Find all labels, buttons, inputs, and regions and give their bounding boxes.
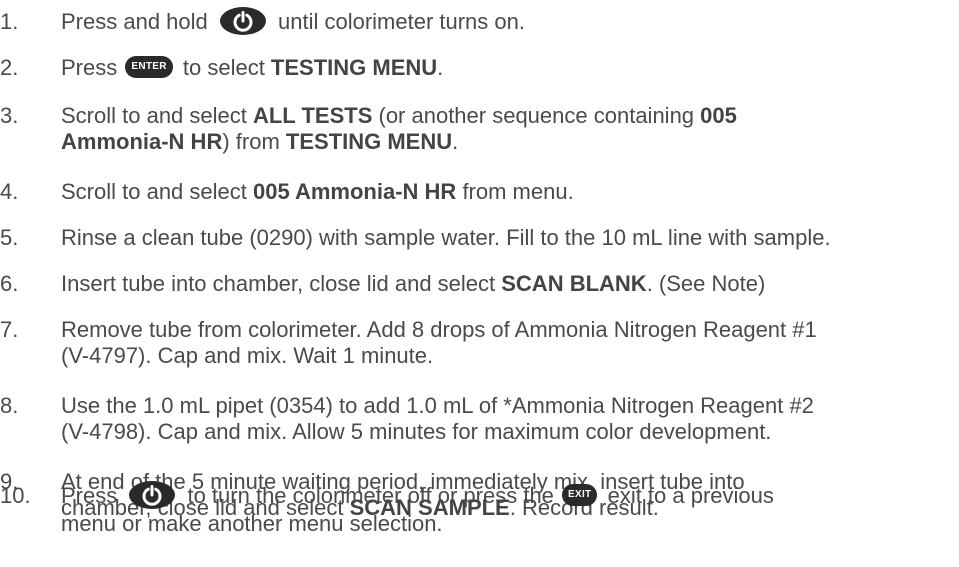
bold-term: ALL TESTS: [252, 103, 373, 128]
step-text-run: Scroll to and select: [61, 103, 253, 128]
step-number: 8.: [0, 393, 19, 418]
step-text-run: (V-4798). Cap and mix. Allow 5 minutes f…: [61, 419, 772, 444]
exit-button-icon: EXIT: [562, 484, 598, 507]
step-text-run: .: [437, 55, 444, 80]
step-text: Use the 1.0 mL pipet (0354) to add 1.0 m…: [61, 393, 959, 445]
step-number: 4.: [0, 179, 19, 204]
bold-term: 005 Ammonia-N HR: [252, 179, 457, 204]
step-text-run: Press: [61, 483, 124, 508]
step-number: 3.: [0, 103, 19, 128]
bold-term: SCAN BLANK: [501, 271, 647, 296]
step-text: Remove tube from colorimeter. Add 8 drop…: [61, 317, 959, 369]
step-text-run: to turn the colorimeter off or press the: [181, 483, 561, 508]
step-text-run: Press and hold: [61, 9, 214, 34]
enter-button-icon: ENTER: [125, 56, 173, 79]
step-text-run: to select: [176, 55, 271, 80]
step-text: Rinse a clean tube (0290) with sample wa…: [61, 225, 959, 251]
step-text-run: menu or make another menu selection.: [61, 511, 443, 537]
step-number: 2.: [0, 55, 19, 80]
power-button-icon: [129, 481, 176, 510]
step-text-run: Rinse a clean tube (0290) with sample wa…: [61, 225, 831, 250]
step-text-run: . (See Note): [646, 271, 766, 296]
step-text: Press and hold until colorimeter turns o…: [61, 7, 959, 37]
step-number: 5.: [0, 225, 19, 250]
step-text: Scroll to and select ALL TESTS (or anoth…: [61, 103, 959, 155]
step-text-run: Press: [61, 55, 124, 80]
step-text: Press ENTER to select TESTING MENU.: [61, 55, 959, 81]
step-text-run: Scroll to and select: [61, 179, 253, 204]
step-text-run: ) from: [222, 129, 286, 154]
step-number: 1.: [0, 9, 19, 34]
step-text-run: Use the 1.0 mL pipet (0354) to add 1.0 m…: [61, 393, 814, 418]
step-text-run: .: [452, 129, 459, 154]
step-text-run: (or another sequence containing: [372, 103, 701, 128]
step-number: 10.: [0, 483, 31, 508]
step-number: 6.: [0, 271, 19, 296]
step-text-run: Insert tube into chamber, close lid and …: [61, 271, 502, 296]
bold-term: 005: [700, 103, 737, 128]
step-text-run: (V-4797). Cap and mix. Wait 1 minute.: [61, 343, 434, 368]
step-text-run: from menu.: [456, 179, 574, 204]
step-text: Scroll to and select 005 Ammonia-N HR fr…: [61, 179, 959, 205]
step-text: Insert tube into chamber, close lid and …: [61, 271, 959, 297]
bold-term: Ammonia-N HR: [61, 129, 223, 154]
bold-term: TESTING MENU: [285, 129, 453, 154]
step-text-run: Remove tube from colorimeter. Add 8 drop…: [61, 317, 817, 342]
step-text-run: until colorimeter turns on.: [271, 9, 525, 34]
step-text-run: exit to a previous: [601, 483, 774, 508]
bold-term: TESTING MENU: [270, 55, 438, 80]
step-number: 7.: [0, 317, 19, 342]
step-text: Press to turn the colorimeter off or pre…: [61, 481, 959, 537]
power-button-icon: [219, 7, 266, 36]
